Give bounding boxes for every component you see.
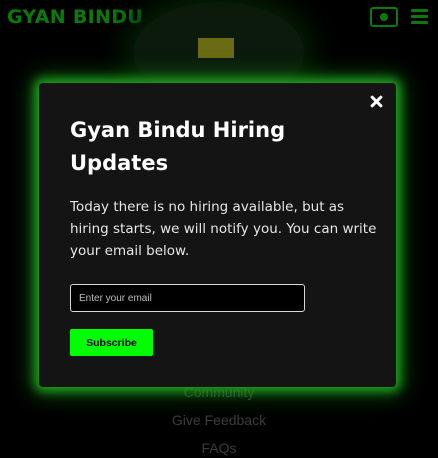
hamburger-menu-icon[interactable] <box>411 9 428 25</box>
modal-title: Gyan Bindu Hiring Updates <box>70 118 286 175</box>
footer-link-give-feedback[interactable]: Give Feedback <box>0 412 438 428</box>
close-icon[interactable] <box>368 93 386 111</box>
site-logo[interactable]: GYAN BINDU <box>7 6 143 28</box>
hiring-updates-modal: Gyan Bindu Hiring Updates Today there is… <box>39 83 396 387</box>
theme-toggle-button[interactable] <box>370 7 398 27</box>
footer-link-faqs[interactable]: FAQs <box>0 440 438 456</box>
subscribe-button[interactable]: Subscribe <box>70 329 153 356</box>
modal-message: Today there is no hiring available, but … <box>70 199 377 259</box>
hero-image <box>198 38 234 58</box>
email-input[interactable] <box>70 284 305 312</box>
sun-icon <box>380 13 388 21</box>
